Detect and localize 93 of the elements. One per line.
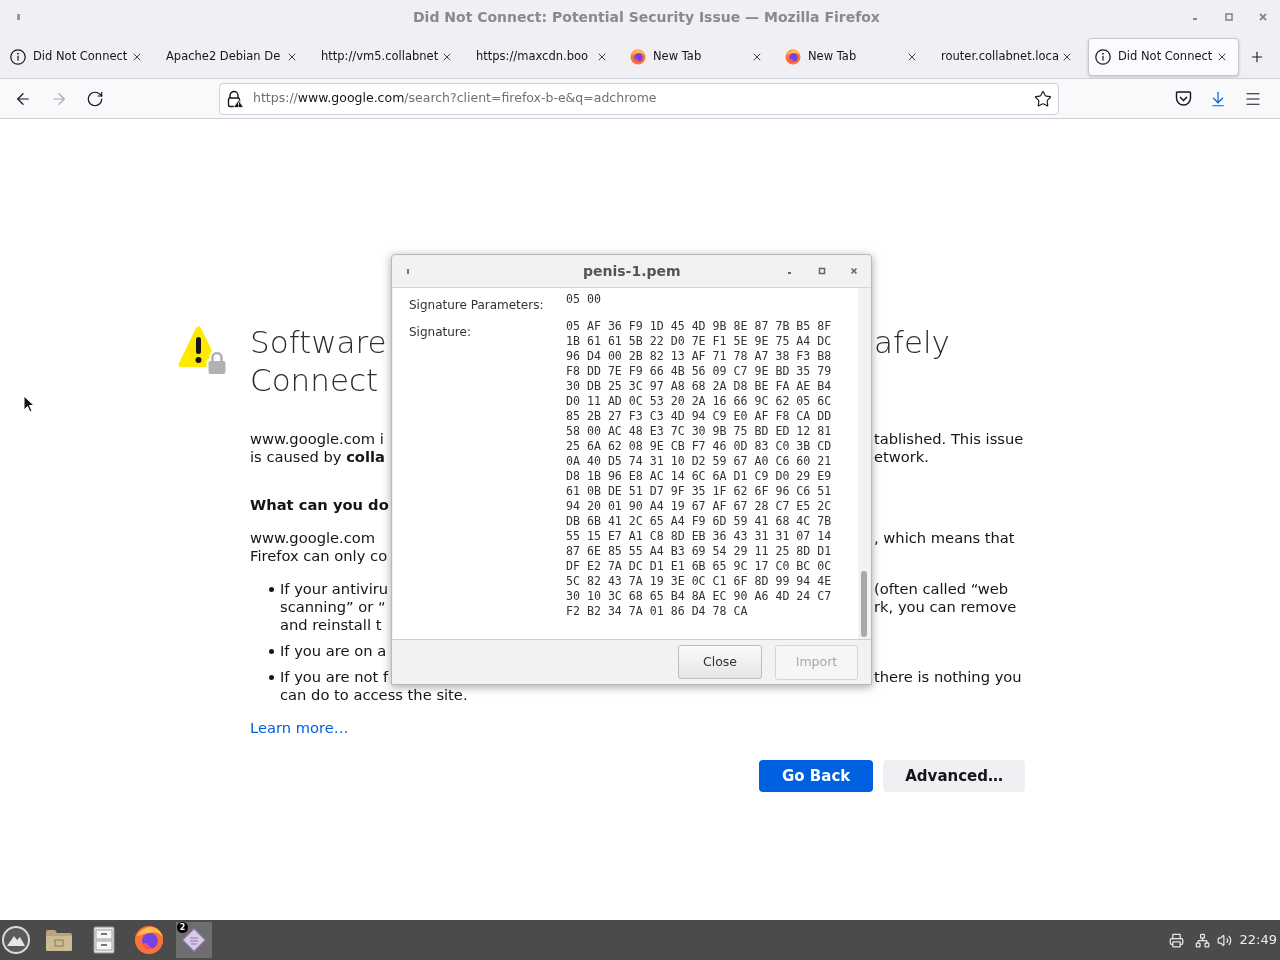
tab[interactable]: router.collabnet.loca [933, 38, 1084, 76]
network-icon[interactable] [1194, 932, 1210, 948]
hex-value: 0A 40 D5 74 31 10 D2 59 67 A0 C6 60 21 [566, 454, 832, 469]
address-field[interactable]: https://www.google.com/search?client=firefox-b-e&q=adchrome [219, 82, 1059, 115]
window-title: Did Not Connect: Potential Security Issue — Mozilla Firefox [413, 7, 880, 27]
close-button[interactable]: Close [678, 645, 762, 679]
clock-text[interactable]: 22:49 [1239, 930, 1277, 950]
count-badge: 2 [177, 922, 188, 933]
paragraph-text: scanning” or “ [280, 598, 386, 615]
printer-icon[interactable] [1168, 932, 1184, 948]
paragraph-text: can do to access the site. [280, 686, 468, 703]
close-tab-icon[interactable] [596, 51, 608, 63]
hex-value: DF E2 7A DC D1 E1 6B 65 9C 17 C0 BC 0C [566, 559, 832, 574]
maximize-icon[interactable] [817, 266, 827, 276]
bookmark-star-icon[interactable] [1034, 89, 1052, 108]
heading-text: Software [250, 324, 387, 360]
hex-value: D8 1B 96 E8 AC 14 6C 6A D1 C9 D0 29 E9 [566, 469, 832, 484]
close-tab-icon[interactable] [906, 51, 918, 63]
hex-value: 94 20 01 90 A4 19 67 AF 67 28 C7 E5 2C [566, 499, 832, 514]
hex-value: 30 DB 25 3C 97 A8 68 2A D8 BE FA AE B4 [566, 379, 832, 394]
hex-value: 30 10 3C 68 65 B4 8A EC 90 A6 4D 24 C7 [566, 589, 832, 604]
paragraph-text: rk, you can remove [874, 598, 1017, 616]
warning-lock-icon [176, 325, 229, 376]
tab[interactable]: Apache2 Debian De [158, 38, 309, 76]
advanced-button[interactable]: Advanced… [883, 760, 1025, 792]
flame-globe-icon [785, 49, 801, 65]
paragraph-text: tablished. This issue [874, 430, 1024, 448]
hex-value: 55 15 E7 A1 C8 8D EB 36 43 31 31 07 14 [566, 529, 832, 544]
bullet-icon [269, 649, 274, 654]
tab[interactable]: http://vm5.collabnet [313, 38, 464, 76]
hex-value: 58 00 AC 48 E3 7C 30 9B 75 BD ED 12 81 [566, 424, 832, 439]
mountain-logo-icon [2, 926, 30, 954]
heading-text: afely [874, 323, 950, 361]
paragraph-text: If you are on a [280, 642, 387, 659]
bullet-icon [269, 587, 274, 592]
heading-text: Connect [250, 362, 379, 398]
info-icon [1095, 49, 1111, 65]
field-label: Signature Parameters: [409, 298, 544, 312]
file-cabinet-icon [93, 926, 115, 954]
section-heading: What can you do [250, 496, 389, 514]
close-tab-icon[interactable] [441, 51, 453, 63]
flame-globe-icon [630, 49, 646, 65]
maximize-icon[interactable] [1224, 12, 1234, 22]
close-tab-icon[interactable] [751, 51, 763, 63]
close-tab-icon[interactable] [1061, 51, 1073, 63]
close-icon[interactable] [849, 266, 859, 276]
taskbar-button[interactable]: 2 [176, 922, 212, 958]
tab[interactable]: Did Not Connect [1088, 38, 1239, 76]
paragraph-text: there is nothing you [874, 668, 1022, 686]
scrollbar-thumb[interactable] [860, 571, 867, 637]
paragraph-text: If your antiviru [280, 580, 389, 597]
close-icon[interactable] [1258, 12, 1268, 22]
new-tab-icon[interactable] [1249, 49, 1265, 65]
paragraph-text: Firefox can only co [250, 547, 388, 564]
lock-warning-icon[interactable] [226, 89, 244, 108]
hex-value: DB 6B 41 2C 65 A4 F9 6D 59 41 68 4C 7B [566, 514, 832, 529]
tab[interactable]: New Tab [623, 38, 774, 76]
hex-value: 1B 61 61 5B 22 D0 7E F1 5E 9E 75 A4 DC [566, 334, 832, 349]
paragraph-text: is caused by colla [250, 448, 385, 465]
hex-value: D0 11 AD 0C 53 20 2A 16 66 9C 62 05 6C [566, 394, 832, 409]
tab[interactable]: New Tab [778, 38, 929, 76]
hex-value: F2 B2 34 7A 01 86 D4 78 CA [566, 604, 749, 619]
volume-icon[interactable] [1216, 932, 1232, 948]
hex-value: 25 6A 62 08 9E CB F7 46 0D 83 C0 3B CD [566, 439, 832, 454]
hex-value: 5C 82 43 7A 19 3E 0C C1 6F 8D 99 94 4E [566, 574, 832, 589]
paragraph-text: and reinstall t [280, 616, 382, 633]
tab[interactable]: https://maxcdn.boo [468, 38, 619, 76]
learn-more-link[interactable]: Learn more… [250, 719, 349, 737]
info-icon [10, 49, 26, 65]
hex-value: F8 DD 7E F9 66 4B 56 09 C7 9E BD 35 79 [566, 364, 832, 379]
hex-value: 96 D4 00 2B 82 13 AF 71 78 A7 38 F3 B8 [566, 349, 832, 364]
field-label: Signature: [409, 325, 471, 339]
paragraph-text: (often called “web [874, 580, 1009, 598]
folder-icon [45, 928, 73, 952]
paragraph-text: www.google.com i [250, 430, 384, 447]
hex-value: 05 AF 36 F9 1D 45 4D 9B 8E 87 7B B5 8F [566, 319, 832, 334]
close-tab-icon[interactable] [131, 51, 143, 63]
paragraph-text: If you are not f [280, 668, 389, 685]
paragraph-text: , which means that [874, 529, 1015, 547]
flame-globe-icon [134, 925, 164, 955]
dialog-title: penis-1.pem [583, 261, 681, 281]
close-tab-icon[interactable] [1216, 51, 1228, 63]
hex-value: 87 6E 85 55 A4 B3 69 54 29 11 25 8D D1 [566, 544, 832, 559]
go-back-button[interactable]: Go Back [759, 760, 874, 792]
mouse-pointer-icon [23, 395, 35, 413]
tab[interactable]: Did Not Connect [3, 38, 154, 76]
close-tab-icon[interactable] [286, 51, 298, 63]
bullet-icon [269, 675, 274, 680]
paragraph-text: www.google.com [250, 529, 376, 546]
hex-value: 85 2B 27 F3 C3 4D 94 C9 E0 AF F8 CA DD [566, 409, 832, 424]
hex-value: 05 00 [566, 292, 601, 307]
paragraph-text: etwork. [874, 448, 929, 466]
hex-value: 61 0B DE 51 D7 9F 35 1F 62 6F 96 C6 51 [566, 484, 832, 499]
